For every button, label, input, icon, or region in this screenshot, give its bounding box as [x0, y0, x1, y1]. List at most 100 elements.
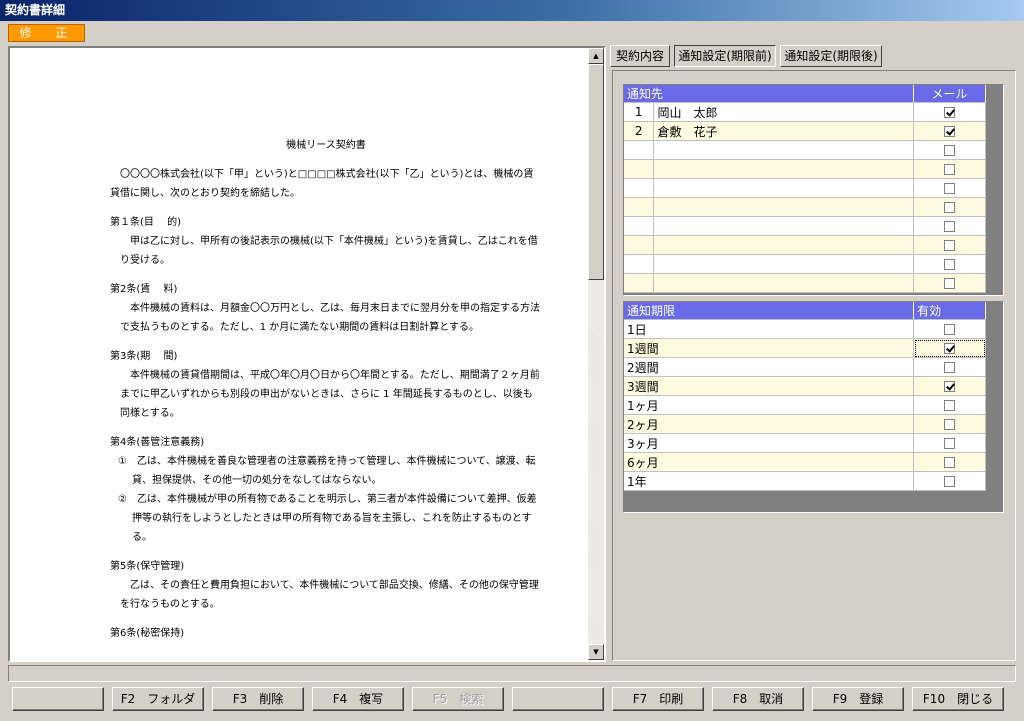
enabled-checkbox[interactable] — [944, 400, 956, 411]
enabled-checkbox[interactable] — [944, 343, 956, 354]
mail-checkbox[interactable] — [944, 278, 956, 289]
notification-panel: 通知先 メール 1 岡山 太郎 2 倉敷 花子 通知期限 有効 1日 1週間 2週間 3週間… — [612, 70, 1016, 661]
mail-cell — [913, 140, 986, 160]
enabled-checkbox[interactable] — [944, 457, 956, 468]
function-key-3-button[interactable]: F3 削除 — [212, 687, 304, 711]
article-heading: 第3条(期 間) — [110, 351, 178, 362]
recipient-name[interactable] — [653, 178, 915, 198]
deadline-row[interactable]: 6ヶ月 — [624, 452, 986, 472]
mail-cell — [913, 121, 986, 141]
deadline-label: 1週間 — [624, 338, 915, 358]
deadline-label: 3週間 — [624, 376, 915, 396]
enabled-checkbox[interactable] — [944, 438, 956, 449]
deadline-row[interactable]: 3週間 — [624, 376, 986, 396]
recipient-name[interactable] — [653, 159, 915, 179]
recipient-row[interactable] — [624, 235, 986, 255]
enabled-checkbox[interactable] — [944, 362, 956, 373]
recipient-row[interactable]: 1 岡山 太郎 — [624, 102, 986, 122]
recipient-name[interactable] — [653, 216, 915, 236]
recipient-no — [624, 197, 655, 217]
mail-checkbox[interactable] — [944, 202, 956, 213]
recipient-row[interactable] — [624, 254, 986, 274]
function-key-8-button[interactable]: F8 取消 — [712, 687, 804, 711]
enabled-cell — [913, 433, 986, 453]
tab-contract[interactable]: 契約内容 — [610, 45, 670, 67]
mail-checkbox[interactable] — [944, 164, 956, 175]
recipients-grid: 通知先 メール 1 岡山 太郎 2 倉敷 花子 — [623, 84, 1004, 296]
recipient-name[interactable] — [653, 254, 915, 274]
scrollbar-thumb[interactable] — [588, 64, 604, 280]
recipient-name[interactable] — [653, 140, 915, 160]
mail-checkbox[interactable] — [944, 126, 956, 137]
deadline-grid: 通知期限 有効 1日 1週間 2週間 3週間 1ヶ月 2ヶ月 3ヶ月 6ヶ月 1年 — [623, 301, 1004, 513]
document-scrollbar[interactable]: ▲ ▼ — [588, 48, 604, 660]
enabled-cell — [913, 338, 986, 358]
deadline-label: 3ヶ月 — [624, 433, 915, 453]
article-body: 本件機械の賃料は、月額金〇〇万円とし、乙は、毎月末日までに翌月分を甲の指定する方… — [120, 303, 540, 333]
function-key-1-button[interactable] — [12, 687, 104, 711]
recipient-name[interactable] — [653, 235, 915, 255]
article-heading: 第2条(賃 料) — [110, 284, 178, 295]
document-text: 機械リース契約書 〇〇〇〇株式会社(以下「甲」という)と□□□□株式会社(以下「… — [110, 136, 542, 643]
document-viewer[interactable]: 機械リース契約書 〇〇〇〇株式会社(以下「甲」という)と□□□□株式会社(以下「… — [8, 46, 606, 662]
recipient-name[interactable] — [653, 273, 915, 293]
recipient-name[interactable]: 岡山 太郎 — [653, 102, 915, 122]
mail-cell — [913, 273, 986, 293]
function-key-7-button[interactable]: F7 印刷 — [612, 687, 704, 711]
enabled-checkbox[interactable] — [944, 324, 956, 335]
deadline-label: 6ヶ月 — [624, 452, 915, 472]
deadline-row[interactable]: 1週間 — [624, 338, 986, 358]
article-body: 乙は、その責任と費用負担において、本件機械について部品交換、修繕、その他の保守管… — [120, 580, 539, 610]
function-key-5-button[interactable]: F5 検索 — [412, 687, 504, 711]
recipient-row[interactable] — [624, 159, 986, 179]
deadline-row[interactable]: 2週間 — [624, 357, 986, 377]
recipient-row[interactable] — [624, 197, 986, 217]
recipient-name[interactable]: 倉敷 花子 — [653, 121, 915, 141]
function-key-9-button[interactable]: F9 登録 — [812, 687, 904, 711]
status-bar — [8, 665, 1016, 682]
function-key-10-button[interactable]: F10 閉じる — [912, 687, 1004, 711]
mail-cell — [913, 178, 986, 198]
document-page: 機械リース契約書 〇〇〇〇株式会社(以下「甲」という)と□□□□株式会社(以下「… — [10, 48, 588, 660]
recipient-row[interactable] — [624, 273, 986, 293]
recipient-no — [624, 235, 655, 255]
mail-checkbox[interactable] — [944, 259, 956, 270]
recipient-row[interactable] — [624, 140, 986, 160]
function-key-6-button[interactable] — [512, 687, 604, 711]
mode-badge: 修 正 — [8, 24, 85, 42]
mail-checkbox[interactable] — [944, 107, 956, 118]
article-heading: 第6条(秘密保持) — [110, 628, 185, 639]
mail-checkbox[interactable] — [944, 221, 956, 232]
recipient-no — [624, 140, 655, 160]
recipient-header: 通知先 — [624, 85, 915, 103]
enabled-checkbox[interactable] — [944, 381, 956, 392]
tab-notify-after[interactable]: 通知設定(期限後) — [780, 45, 882, 67]
mail-checkbox[interactable] — [944, 183, 956, 194]
recipient-row[interactable] — [624, 216, 986, 236]
function-key-4-button[interactable]: F4 複写 — [312, 687, 404, 711]
mail-checkbox[interactable] — [944, 145, 956, 156]
deadline-row[interactable]: 3ヶ月 — [624, 433, 986, 453]
deadline-row[interactable]: 1ヶ月 — [624, 395, 986, 415]
deadline-label: 2週間 — [624, 357, 915, 377]
period-header: 通知期限 — [624, 302, 915, 320]
function-key-2-button[interactable]: F2 フォルダ — [112, 687, 204, 711]
recipient-name[interactable] — [653, 197, 915, 217]
enabled-checkbox[interactable] — [944, 476, 956, 487]
mail-checkbox[interactable] — [944, 240, 956, 251]
enabled-cell — [913, 452, 986, 472]
deadline-row[interactable]: 2ヶ月 — [624, 414, 986, 434]
window-title: 契約書詳細 — [0, 0, 1024, 21]
deadline-row[interactable]: 1年 — [624, 471, 986, 491]
enabled-cell — [913, 319, 986, 339]
tab-notify-before[interactable]: 通知設定(期限前) — [674, 45, 776, 67]
scroll-up-arrow-icon[interactable]: ▲ — [588, 48, 604, 64]
scroll-down-arrow-icon[interactable]: ▼ — [588, 644, 604, 660]
recipient-row[interactable]: 2 倉敷 花子 — [624, 121, 986, 141]
deadline-row[interactable]: 1日 — [624, 319, 986, 339]
mail-cell — [913, 216, 986, 236]
enabled-checkbox[interactable] — [944, 419, 956, 430]
article-heading: 第１条(目 的) — [110, 217, 181, 228]
recipient-no — [624, 254, 655, 274]
recipient-row[interactable] — [624, 178, 986, 198]
